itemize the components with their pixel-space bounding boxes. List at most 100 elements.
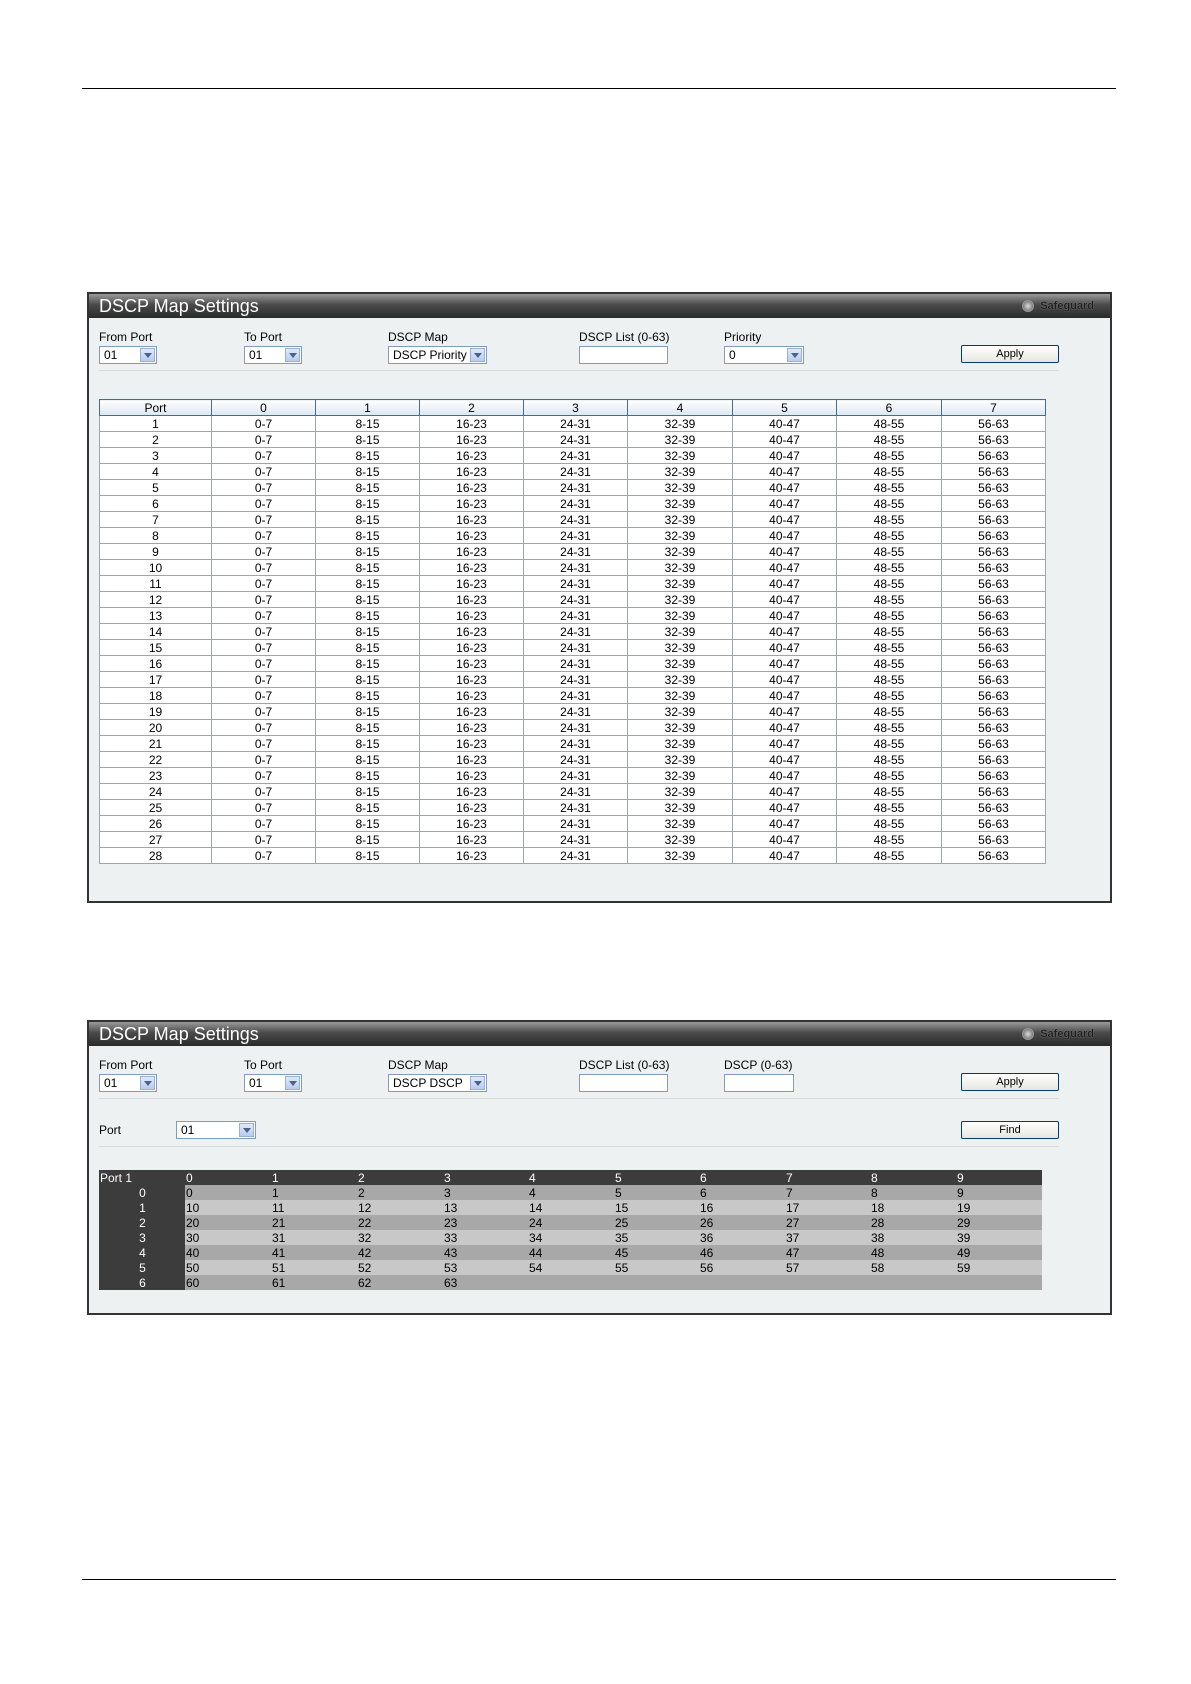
dscp-range-cell: 48-55 <box>836 735 942 752</box>
dscp-list-input[interactable] <box>579 1074 668 1092</box>
dscp-range-cell: 56-63 <box>941 607 1046 624</box>
dscp-value-cell <box>785 1275 870 1290</box>
dscp-range-cell: 16-23 <box>419 463 524 480</box>
port-cell: 26 <box>99 815 212 832</box>
dscp-value-cell: 28 <box>870 1215 956 1230</box>
table-row: 4 0-7 8-15 16-23 24-31 32-39 40-47 48-55 56-63 <box>99 463 1046 480</box>
dscp-range-cell: 16-23 <box>419 623 524 640</box>
dscp-range-cell: 48-55 <box>836 687 942 704</box>
dscp-range-cell: 0-7 <box>211 415 316 432</box>
dscp-range-cell: 56-63 <box>941 527 1046 544</box>
dscp-range-cell: 32-39 <box>627 671 733 688</box>
dscp-value-cell <box>956 1275 1042 1290</box>
dscp-range-cell: 40-47 <box>732 479 837 496</box>
dscp-range-cell: 0-7 <box>211 671 316 688</box>
dscp-range-cell: 40-47 <box>732 607 837 624</box>
dscp-range-cell: 8-15 <box>315 463 420 480</box>
dscp-map-select[interactable]: DSCP Priority <box>388 346 487 364</box>
dscp-range-cell: 8-15 <box>315 623 420 640</box>
table-row: 18 0-7 8-15 16-23 24-31 32-39 40-47 48-55 56-63 <box>99 687 1046 704</box>
dscp-range-cell: 8-15 <box>315 735 420 752</box>
dscp-range-cell: 16-23 <box>419 655 524 672</box>
dscp-range-cell: 56-63 <box>941 639 1046 656</box>
port-cell: 21 <box>99 735 212 752</box>
to-port-select[interactable]: 01 <box>244 346 302 364</box>
apply-button[interactable]: Apply <box>961 1073 1059 1091</box>
chevron-down-icon[interactable] <box>285 348 300 362</box>
dscp-range-cell: 8-15 <box>315 415 420 432</box>
chevron-down-icon[interactable] <box>470 1076 485 1090</box>
dscp-list-input[interactable] <box>579 346 668 364</box>
chevron-down-icon[interactable] <box>470 348 485 362</box>
panel-titlebar: DSCP Map Settings Safeguard <box>89 1022 1110 1046</box>
dscp-range-cell: 0-7 <box>211 719 316 736</box>
from-port-select[interactable]: 01 <box>99 1074 157 1092</box>
chevron-down-icon[interactable] <box>140 1076 155 1090</box>
table-header-row: Port 0 1 2 3 4 5 6 7 <box>99 399 1046 416</box>
dscp-range-cell: 48-55 <box>836 767 942 784</box>
port-cell: 15 <box>99 639 212 656</box>
chevron-down-icon[interactable] <box>239 1123 254 1137</box>
table-row: 14 0-7 8-15 16-23 24-31 32-39 40-47 48-55 56-63 <box>99 623 1046 640</box>
dscp-value-cell: 50 <box>185 1260 271 1275</box>
to-port-select[interactable]: 01 <box>244 1074 302 1092</box>
dscp-value-cell: 49 <box>956 1245 1042 1260</box>
dscp-range-cell: 32-39 <box>627 591 733 608</box>
port-cell: 11 <box>99 575 212 592</box>
dscp-range-cell: 56-63 <box>941 495 1046 512</box>
dscp-range-cell: 0-7 <box>211 767 316 784</box>
port-cell: 16 <box>99 655 212 672</box>
dscp-list-label: DSCP List (0-63) <box>579 330 670 344</box>
chevron-down-icon[interactable] <box>140 348 155 362</box>
dscp-range-cell: 48-55 <box>836 495 942 512</box>
dscp-range-cell: 48-55 <box>836 415 942 432</box>
dscp-range-cell: 48-55 <box>836 831 942 848</box>
apply-button[interactable]: Apply <box>961 345 1059 363</box>
dscp-range-cell: 0-7 <box>211 687 316 704</box>
dscp-range-cell: 16-23 <box>419 815 524 832</box>
column-header: 9 <box>956 1170 1042 1185</box>
dscp-map-select[interactable]: DSCP DSCP <box>388 1074 487 1092</box>
table-row: 4 40 41 42 43 44 45 46 47 48 49 <box>99 1245 1042 1260</box>
chevron-down-icon[interactable] <box>787 348 802 362</box>
dscp-range-cell: 0-7 <box>211 447 316 464</box>
dscp-range-cell: 56-63 <box>941 447 1046 464</box>
dscp-range-cell: 16-23 <box>419 495 524 512</box>
dscp-map-settings-panel-dscp: DSCP Map Settings Safeguard From Port 01… <box>87 1020 1112 1315</box>
dscp-range-cell: 0-7 <box>211 655 316 672</box>
table-row: 19 0-7 8-15 16-23 24-31 32-39 40-47 48-55 56-63 <box>99 703 1046 720</box>
dscp-range-cell: 0-7 <box>211 735 316 752</box>
dscp-range-cell: 40-47 <box>732 815 837 832</box>
port-cell: 28 <box>99 847 212 864</box>
dscp-range-cell: 0-7 <box>211 831 316 848</box>
table-row: 9 0-7 8-15 16-23 24-31 32-39 40-47 48-55 56-63 <box>99 543 1046 560</box>
dscp-range-cell: 24-31 <box>523 671 628 688</box>
dscp-range-cell: 8-15 <box>315 543 420 560</box>
dscp-value-cell: 10 <box>185 1200 271 1215</box>
dscp-value-cell: 29 <box>956 1215 1042 1230</box>
dscp-range-cell: 56-63 <box>941 767 1046 784</box>
port-select[interactable]: 01 <box>176 1121 256 1139</box>
dscp-map-label: DSCP Map <box>388 330 448 344</box>
dscp-range-cell: 40-47 <box>732 831 837 848</box>
dscp-range-cell: 40-47 <box>732 751 837 768</box>
dscp-range-cell: 16-23 <box>419 847 524 864</box>
dscp-value-cell: 59 <box>956 1260 1042 1275</box>
port-cell: 19 <box>99 703 212 720</box>
find-button[interactable]: Find <box>961 1121 1059 1139</box>
priority-select[interactable]: 0 <box>724 346 804 364</box>
dscp-input[interactable] <box>724 1074 794 1092</box>
dscp-value-cell: 15 <box>614 1200 699 1215</box>
table-row: 21 0-7 8-15 16-23 24-31 32-39 40-47 48-55 56-63 <box>99 735 1046 752</box>
safeguard-label: Safeguard <box>1040 300 1094 312</box>
dscp-value-cell: 24 <box>528 1215 614 1230</box>
from-port-select[interactable]: 01 <box>99 346 157 364</box>
dscp-range-cell: 56-63 <box>941 687 1046 704</box>
port-cell: 22 <box>99 751 212 768</box>
chevron-down-icon[interactable] <box>285 1076 300 1090</box>
dscp-range-cell: 24-31 <box>523 591 628 608</box>
dscp-range-cell: 32-39 <box>627 767 733 784</box>
to-port-value: 01 <box>249 1076 263 1090</box>
dscp-range-cell: 8-15 <box>315 495 420 512</box>
dscp-value-cell: 23 <box>443 1215 528 1230</box>
